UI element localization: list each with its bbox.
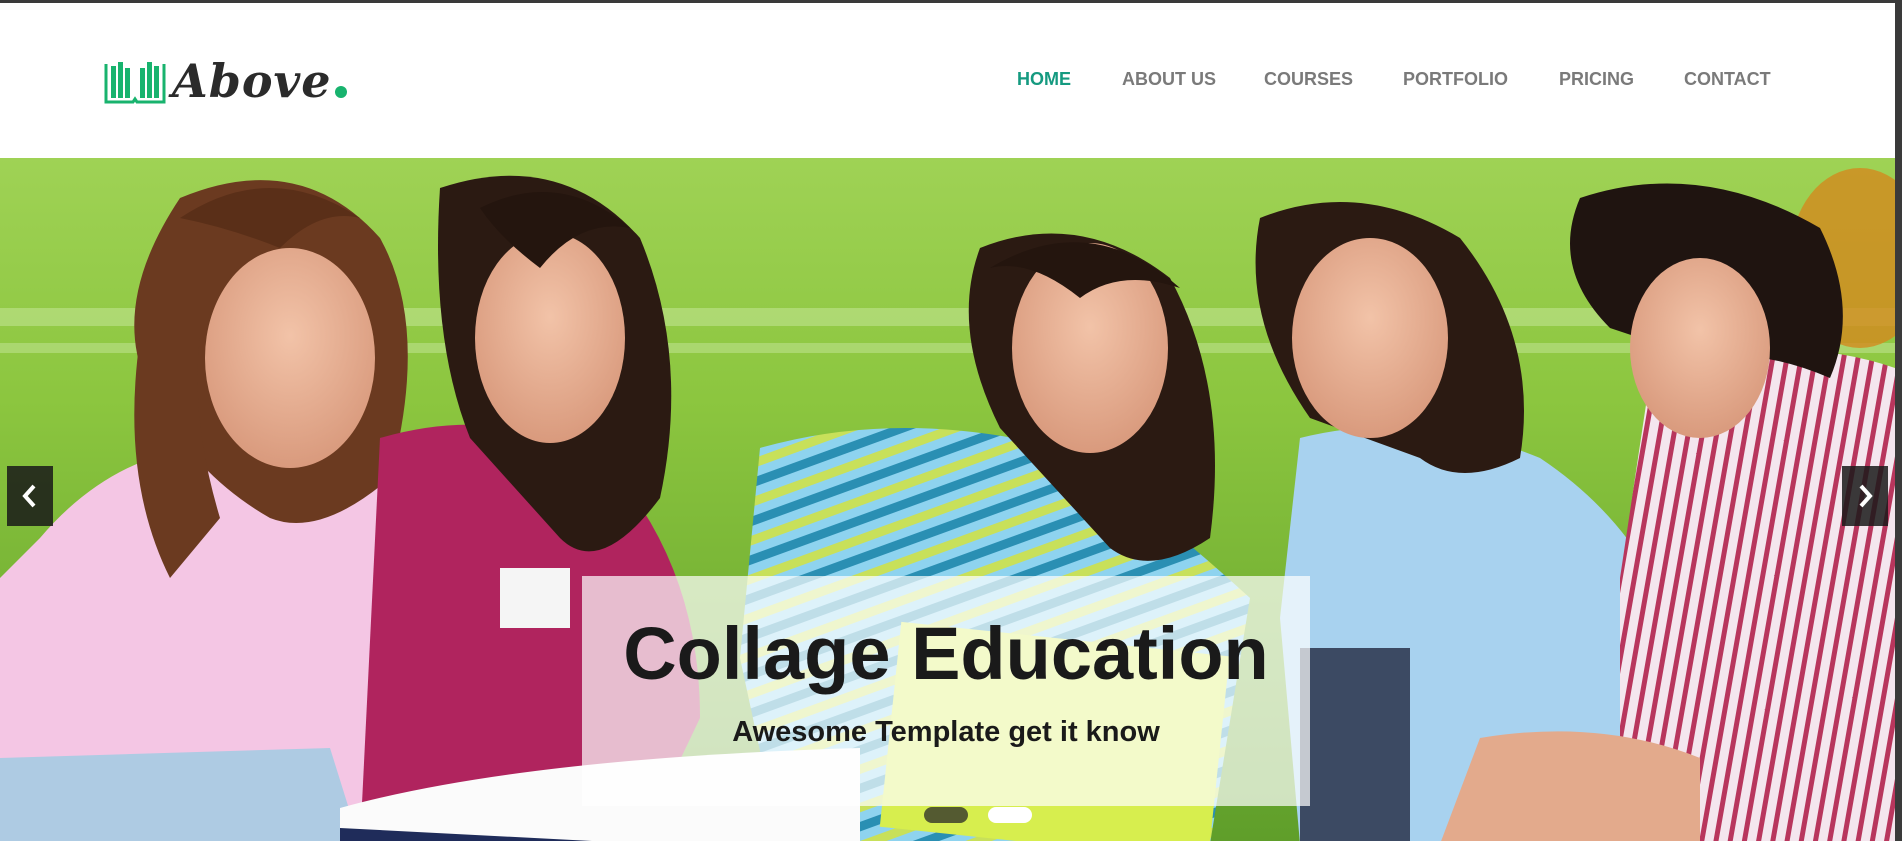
logo-dot bbox=[334, 86, 347, 98]
slider-dot-2[interactable] bbox=[988, 807, 1032, 823]
nav-pricing[interactable]: PRICING bbox=[1559, 69, 1634, 90]
hero-slider: Collage Education Awesome Template get i… bbox=[0, 158, 1895, 841]
main-nav: HOME ABOUT US COURSES PORTFOLIO PRICING … bbox=[1000, 69, 1895, 93]
slider-dot-1[interactable] bbox=[924, 807, 968, 823]
hero-title: Collage Education bbox=[623, 612, 1269, 695]
nav-home[interactable]: HOME bbox=[1017, 69, 1071, 90]
nav-about-us[interactable]: ABOUT US bbox=[1122, 69, 1216, 90]
hero-caption: Collage Education Awesome Template get i… bbox=[582, 576, 1310, 806]
chevron-right-icon bbox=[1859, 484, 1873, 508]
site-logo[interactable]: Above bbox=[104, 54, 347, 108]
page: Above HOME ABOUT US COURSES PORTFOLIO PR… bbox=[0, 0, 1895, 841]
slider-next-button[interactable] bbox=[1842, 466, 1888, 526]
logo-text: Above bbox=[172, 54, 332, 108]
site-header: Above HOME ABOUT US COURSES PORTFOLIO PR… bbox=[0, 3, 1895, 158]
book-icon bbox=[104, 62, 166, 104]
nav-portfolio[interactable]: PORTFOLIO bbox=[1403, 69, 1508, 90]
hero-subtitle: Awesome Template get it know bbox=[732, 716, 1160, 748]
slider-prev-button[interactable] bbox=[7, 466, 53, 526]
nav-contact[interactable]: CONTACT bbox=[1684, 69, 1771, 90]
slider-pagination bbox=[924, 807, 1032, 823]
nav-courses[interactable]: COURSES bbox=[1264, 69, 1353, 90]
chevron-left-icon bbox=[22, 484, 36, 508]
